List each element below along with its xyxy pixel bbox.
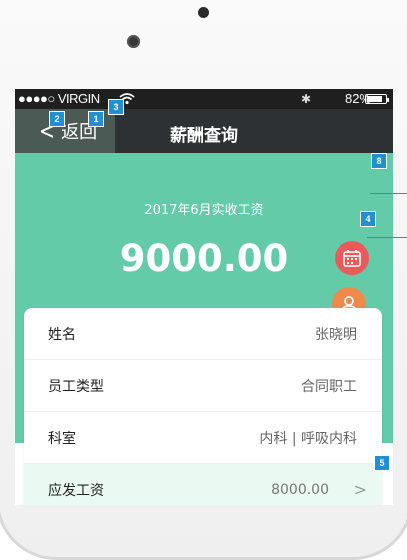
marker-3: 3 xyxy=(108,99,124,115)
carrier-label: ●●●●○ VIRGIN xyxy=(18,91,100,106)
row-label: 员工类型 xyxy=(48,378,104,395)
phone-camera xyxy=(127,35,140,48)
marker-1: 1 xyxy=(88,111,104,127)
battery-tip xyxy=(387,98,389,102)
marker-8: 8 xyxy=(371,153,387,169)
salary-period-label: 2017年6月实收工资 xyxy=(144,203,264,218)
row-label: 姓名 xyxy=(48,326,76,343)
status-bar: ●●●●○ VIRGIN ✱ 82% xyxy=(15,89,393,109)
calendar-button[interactable] xyxy=(335,241,369,275)
chevron-right-icon: > xyxy=(353,480,367,499)
detail-row: 科室 内科 | 呼吸内科 xyxy=(24,412,382,464)
row-value: 张晓明 xyxy=(315,326,357,343)
page-title: 薪酬查询 xyxy=(170,126,238,146)
row-label: 科室 xyxy=(48,430,76,447)
row-value: 8000.00 xyxy=(271,481,329,498)
phone-speaker xyxy=(198,7,209,18)
marker-4-line xyxy=(367,237,407,238)
battery-fill xyxy=(367,96,382,102)
app-screen: ●●●●○ VIRGIN ✱ 82% < 返回 薪酬查询 2017年6月实收工资… xyxy=(15,89,393,505)
nav-bar: < 返回 薪酬查询 xyxy=(15,109,393,153)
row-value: 合同职工 xyxy=(301,378,357,395)
detail-row: 姓名 张晓明 xyxy=(24,308,382,360)
marker-4: 4 xyxy=(360,211,376,227)
bluetooth-icon: ✱ xyxy=(301,92,312,106)
battery-icon xyxy=(365,94,389,104)
salary-detail-card: 姓名 张晓明 员工类型 合同职工 科室 内科 | 呼吸内科 应发工资 8000.… xyxy=(24,308,382,505)
marker-5: 5 xyxy=(374,455,390,471)
detail-row: 员工类型 合同职工 xyxy=(24,360,382,412)
calendar-icon xyxy=(343,250,361,267)
marker-2: 2 xyxy=(49,111,65,127)
marker-8-line xyxy=(370,193,407,194)
gross-salary-row[interactable]: 应发工资 8000.00 > xyxy=(24,464,382,505)
row-value: 内科 | 呼吸内科 xyxy=(259,430,357,447)
row-label: 应发工资 xyxy=(48,482,104,499)
